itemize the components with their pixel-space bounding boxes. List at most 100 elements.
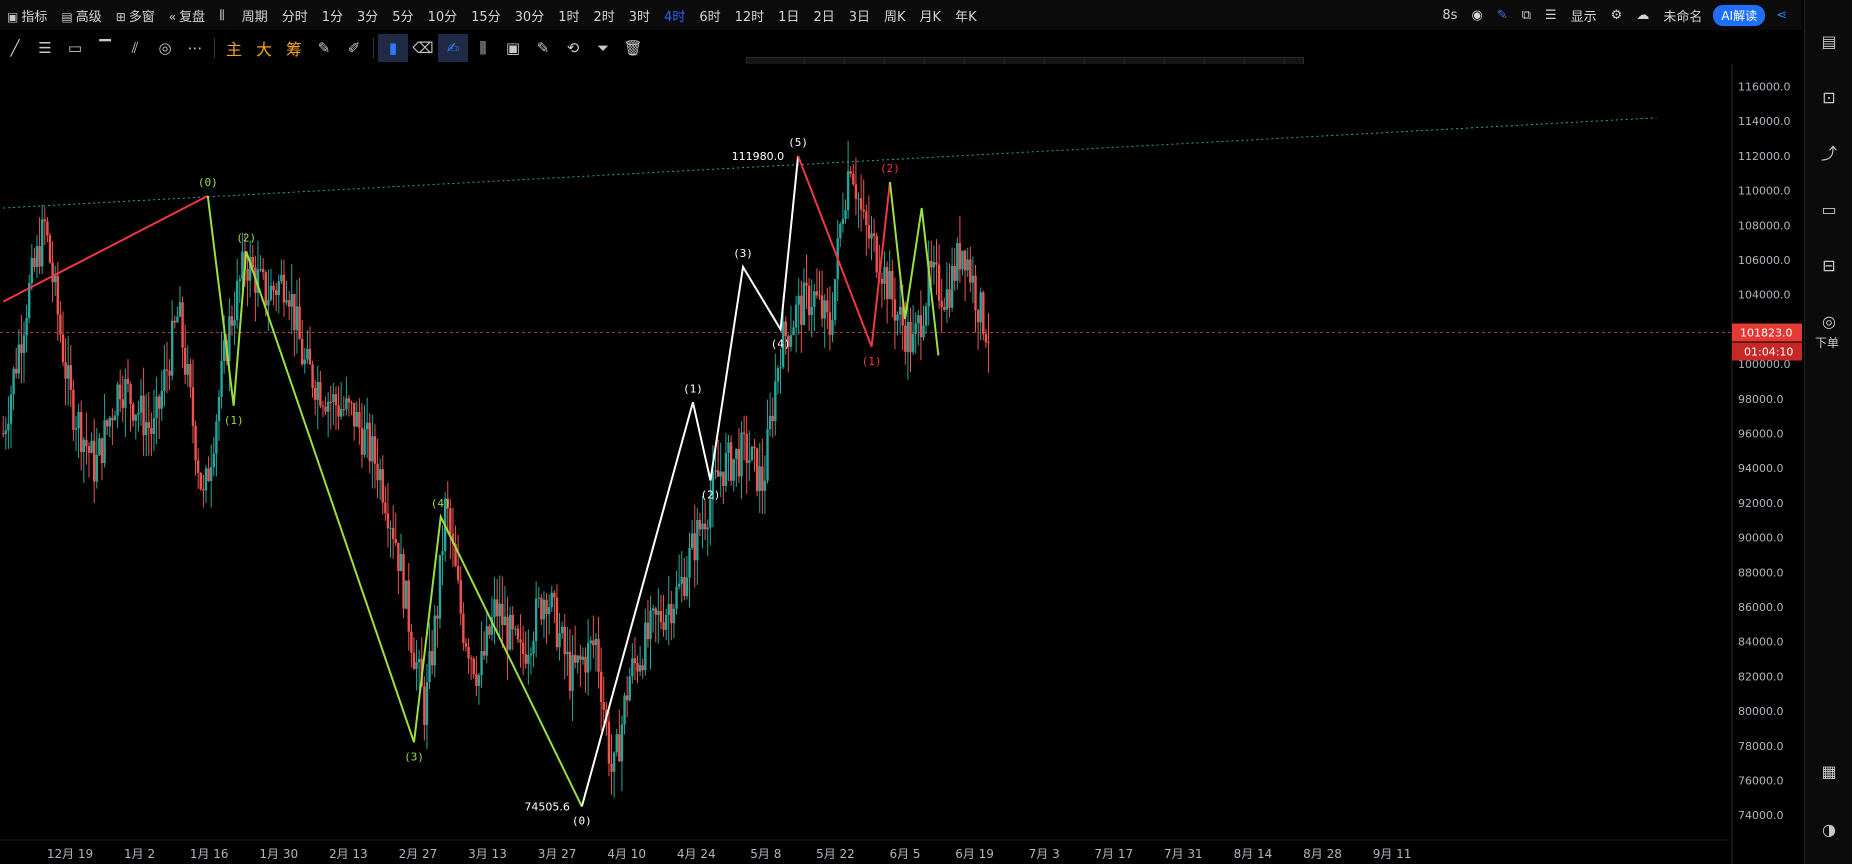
ai-button[interactable]: AI解读	[1713, 4, 1766, 26]
filter-tool-icon[interactable]: ⏷	[588, 34, 618, 62]
ruler-tool-icon[interactable]: ▔	[90, 34, 120, 62]
candle-body	[664, 614, 668, 630]
candle-body	[417, 659, 421, 663]
candle-body	[66, 365, 70, 379]
more-tools-icon[interactable]: ⋯	[180, 34, 210, 62]
toolbar-item-13[interactable]: 1时	[551, 6, 586, 25]
toolbar-item-3[interactable]: «复盘	[162, 6, 212, 25]
toolbar-item-7[interactable]: 1分	[315, 6, 350, 25]
horizontal-lines-icon[interactable]: ☰	[30, 34, 60, 62]
list-icon[interactable]: ☰	[1538, 8, 1564, 23]
toolbar-item-18[interactable]: 12时	[728, 6, 772, 25]
panel-icon[interactable]: ▦	[1817, 760, 1841, 784]
toolbar-item-23[interactable]: 月K	[913, 6, 949, 25]
toolbar-item-8[interactable]: 3分	[350, 6, 385, 25]
candle-body	[280, 274, 283, 282]
trash-icon[interactable]: 🗑	[618, 34, 648, 62]
toolbar-item-16[interactable]: 4时	[657, 6, 692, 25]
candle-body	[524, 654, 527, 664]
candle-body	[771, 415, 774, 422]
layout-icon[interactable]: ▤	[1817, 30, 1841, 54]
support-icon[interactable]: ◑	[1817, 818, 1841, 842]
price-chart[interactable]: 74000.0 76000.0 78000.0 80000.0 82000.0 84000…	[0, 64, 1802, 864]
toolbar-item-17[interactable]: 6时	[692, 6, 727, 25]
toolbar-item-6[interactable]: 分时	[275, 6, 315, 25]
clipboard-tool-icon[interactable]: ▣	[498, 34, 528, 62]
cloud-icon[interactable]: ☁	[1629, 8, 1656, 23]
toolbar-item-4[interactable]: ⫼	[212, 8, 235, 23]
candles-tool-icon[interactable]: ⫼	[468, 34, 498, 62]
candle-body	[137, 412, 140, 415]
toolbar-item-20[interactable]: 2日	[806, 6, 841, 25]
layout-name[interactable]: 未命名	[1656, 6, 1709, 25]
toolbar-item-21[interactable]: 3日	[842, 6, 877, 25]
candle-body	[74, 428, 78, 430]
camera-icon[interactable]: ◉	[1464, 8, 1489, 23]
toolbar-item-label: 3日	[848, 9, 870, 25]
pencil-icon[interactable]: ✎	[1490, 8, 1515, 23]
edit-tool-icon[interactable]: ✎	[528, 34, 558, 62]
wave-label: (2)	[701, 488, 721, 501]
drawing-toggle-icon[interactable]: ✎	[309, 34, 339, 62]
toolbar-item-10[interactable]: 10分	[421, 6, 465, 25]
wave-label: (1)	[224, 414, 244, 427]
magnet-tool-icon[interactable]: ⟲	[558, 34, 588, 62]
candle-body	[4, 430, 7, 434]
popout-icon[interactable]: ⧉	[1515, 8, 1538, 23]
candle-body	[12, 368, 15, 395]
spiral-tool-icon[interactable]: ◎	[150, 34, 180, 62]
toolbar-item-11[interactable]: 15分	[464, 6, 508, 25]
toolbar-item-19[interactable]: 1日	[771, 6, 806, 25]
rectangle-tool-icon[interactable]: ▭	[60, 34, 90, 62]
candle-body	[696, 520, 699, 561]
toolbar-item-14[interactable]: 2时	[586, 6, 621, 25]
line-tool-icon[interactable]: ╱	[0, 34, 30, 62]
candle-body	[233, 320, 236, 326]
toolbar-item-15[interactable]: 3时	[622, 6, 657, 25]
toolbar-item-12[interactable]: 30分	[508, 6, 552, 25]
toolbar-item-label: 12时	[734, 9, 765, 25]
candle-body	[334, 394, 338, 406]
candle-body	[152, 418, 156, 435]
y-tick-label: 96000.0	[1738, 428, 1784, 441]
candle-body	[378, 469, 382, 481]
toolbar-item-label: 复盘	[179, 9, 206, 25]
toolbar-item-9[interactable]: 5分	[385, 6, 420, 25]
toolbar-item-0[interactable]: ▣ 指标	[0, 6, 54, 25]
y-tick-label: 86000.0	[1738, 601, 1784, 614]
order-icon[interactable]: ◎	[1817, 310, 1841, 334]
toolbar-item-5[interactable]: 周期	[235, 6, 275, 25]
toolbar-item-24[interactable]: 年K	[948, 6, 984, 25]
toolbar-item-label: 3分	[357, 9, 379, 25]
calculator-icon[interactable]: ⊡	[1817, 86, 1841, 110]
large-order-button[interactable]: 大	[249, 34, 279, 62]
candle-body	[701, 523, 704, 530]
candle-body	[758, 466, 761, 492]
share-icon[interactable]: ⋖	[1769, 8, 1794, 23]
candle-body	[776, 368, 780, 382]
toolbar-item-1[interactable]: ▤ 高级	[54, 6, 108, 25]
eraser-tool-icon[interactable]: ⌫	[408, 34, 438, 62]
main-indicator-button[interactable]: 主	[219, 34, 249, 62]
etf-icon[interactable]: ⊟	[1817, 254, 1841, 278]
candle-body	[612, 752, 616, 772]
candle-body	[277, 281, 280, 296]
chip-distribution-button[interactable]: 筹	[279, 34, 309, 62]
toolbar-item-2[interactable]: ⊞ 多窗	[109, 6, 162, 25]
candle-body	[527, 654, 530, 664]
analysis-icon[interactable]: ⤴	[1817, 142, 1841, 166]
order-label[interactable]: 下单	[1815, 334, 1839, 351]
candle-body	[220, 360, 223, 397]
toolbar-item-22[interactable]: 周K	[877, 6, 913, 25]
bookmark-tool-icon[interactable]: ▮	[378, 34, 408, 62]
pen-tool-icon[interactable]: ✍	[438, 34, 468, 62]
refresh-rate[interactable]: 8s	[1435, 8, 1464, 23]
settings-icon[interactable]: ⚙	[1604, 8, 1630, 23]
display-button[interactable]: 显示	[1564, 6, 1604, 25]
brush-tool-icon[interactable]: ✐	[339, 34, 369, 62]
candle-body	[298, 306, 301, 339]
monitor-icon[interactable]: ▭	[1817, 198, 1841, 222]
candle-body	[963, 250, 967, 271]
candle-body	[748, 460, 751, 463]
channel-tool-icon[interactable]: ⫽	[120, 34, 150, 62]
